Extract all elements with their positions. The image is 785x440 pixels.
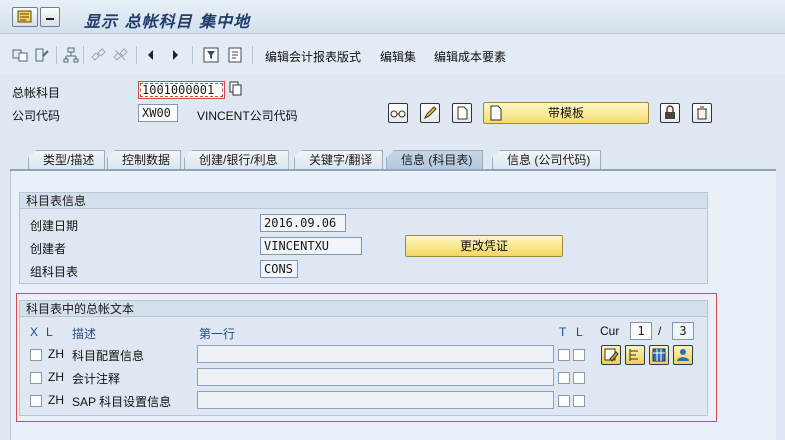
menu-icon bbox=[17, 10, 32, 23]
col-first-line-header: 第一行 bbox=[199, 327, 236, 341]
hierarchy-icon[interactable] bbox=[63, 47, 79, 63]
company-code-label: 公司代码 bbox=[12, 109, 61, 123]
with-template-button[interactable]: 带模板 bbox=[483, 102, 649, 124]
link-icon[interactable] bbox=[90, 47, 106, 63]
pencil-icon bbox=[423, 106, 437, 120]
with-template-label: 带模板 bbox=[547, 106, 584, 120]
table-icon bbox=[652, 348, 666, 362]
company-code-field[interactable]: XW00 bbox=[138, 104, 178, 122]
row-language: ZH bbox=[48, 370, 64, 384]
document-icon bbox=[490, 105, 502, 121]
lock-icon bbox=[665, 105, 675, 119]
gl-texts-group: 科目表中的总帐文本 X L 描述 第一行 T L Cur 1 / 3 ZH 科目… bbox=[19, 300, 708, 416]
toolbar-separator bbox=[136, 46, 137, 64]
window-title: 显示 总帐科目 集中地 bbox=[84, 12, 251, 31]
person-button[interactable] bbox=[673, 345, 693, 365]
edit-button[interactable] bbox=[420, 103, 440, 123]
edit-fs-version-button[interactable]: 编辑会计报表版式 bbox=[265, 48, 361, 65]
application-toolbar: 编辑会计报表版式 编辑集 编辑成本要素 bbox=[0, 35, 785, 75]
row-language: ZH bbox=[48, 347, 64, 361]
previous-icon[interactable] bbox=[143, 47, 159, 63]
row-description: 会计注释 bbox=[72, 372, 121, 386]
toolbar-separator bbox=[56, 46, 57, 64]
created-on-field: 2016.09.06 bbox=[260, 214, 346, 232]
row-l-checkbox[interactable] bbox=[573, 395, 585, 407]
glasses-button[interactable] bbox=[388, 103, 408, 123]
tab-info-coa[interactable]: 信息 (科目表) bbox=[386, 150, 484, 170]
created-on-label: 创建日期 bbox=[30, 219, 79, 233]
tab-keyword-translation[interactable]: 关键字/翻译 bbox=[294, 150, 384, 170]
unlink-icon[interactable] bbox=[112, 47, 128, 63]
coa-info-group: 科目表信息 创建日期 2016.09.06 创建者 VINCENTXU 组科目表… bbox=[19, 192, 708, 284]
company-code-name: VINCENT公司代码 bbox=[197, 109, 298, 123]
row-description: 科目配置信息 bbox=[72, 349, 145, 363]
created-by-field: VINCENTXU bbox=[260, 237, 362, 255]
col-t-header: T bbox=[559, 325, 567, 339]
row-t-checkbox[interactable] bbox=[558, 395, 570, 407]
row-first-line-field[interactable] bbox=[197, 391, 554, 409]
created-by-label: 创建者 bbox=[30, 242, 67, 256]
col-description-header: 描述 bbox=[72, 327, 97, 341]
display-change-icon[interactable] bbox=[34, 47, 50, 63]
gl-account-field[interactable]: 1001000001 bbox=[138, 81, 225, 99]
edit-cost-element-button[interactable]: 编辑成本要素 bbox=[434, 48, 506, 65]
edit-text-icon bbox=[604, 348, 619, 362]
col-l2-header: L bbox=[576, 325, 583, 339]
row-description: SAP 科目设置信息 bbox=[72, 395, 172, 409]
details-button[interactable] bbox=[625, 345, 645, 365]
col-l-header: L bbox=[46, 325, 53, 339]
copy-icon[interactable] bbox=[228, 81, 244, 99]
glasses-icon bbox=[390, 110, 406, 118]
tab-control-data[interactable]: 控制数据 bbox=[107, 150, 182, 170]
person-icon bbox=[677, 349, 689, 361]
gl-texts-title: 科目表中的总帐文本 bbox=[20, 301, 707, 317]
toolbar-separator bbox=[192, 46, 193, 64]
dropdown-button[interactable] bbox=[40, 7, 60, 27]
row-t-checkbox[interactable] bbox=[558, 372, 570, 384]
cur-total-field: 3 bbox=[672, 322, 694, 340]
create-button[interactable] bbox=[452, 103, 472, 123]
tab-create-bank-interest[interactable]: 创建/银行/利息 bbox=[184, 150, 289, 170]
cur-page-field[interactable]: 1 bbox=[630, 322, 652, 340]
details-icon bbox=[629, 349, 638, 361]
delete-button[interactable] bbox=[692, 103, 712, 123]
coa-info-title: 科目表信息 bbox=[20, 193, 707, 209]
row-language: ZH bbox=[48, 393, 64, 407]
cur-label: Cur bbox=[600, 324, 620, 338]
row-t-checkbox[interactable] bbox=[558, 349, 570, 361]
edit-set-button[interactable]: 编辑集 bbox=[380, 48, 416, 65]
group-chart-label: 组科目表 bbox=[30, 265, 79, 279]
tab-type-description[interactable]: 类型/描述 bbox=[28, 150, 106, 170]
title-bar: 显示 总帐科目 集中地 bbox=[0, 0, 785, 34]
edit-text-button[interactable] bbox=[601, 345, 621, 365]
group-chart-field: CONS bbox=[260, 260, 298, 278]
lock-button[interactable] bbox=[660, 103, 680, 123]
tab-content: 科目表信息 创建日期 2016.09.06 创建者 VINCENTXU 组科目表… bbox=[10, 171, 776, 440]
tab-info-company-code[interactable]: 信息 (公司代码) bbox=[492, 150, 602, 170]
filter-icon[interactable] bbox=[203, 47, 219, 63]
table-button[interactable] bbox=[649, 345, 669, 365]
toolbar-separator bbox=[83, 46, 84, 64]
chevron-down-icon bbox=[46, 18, 54, 20]
gl-account-label: 总帐科目 bbox=[12, 86, 61, 100]
document-icon bbox=[457, 106, 468, 120]
toolbar-separator bbox=[252, 46, 253, 64]
row-first-line-field[interactable] bbox=[197, 345, 554, 363]
cur-separator: / bbox=[658, 324, 662, 338]
change-documents-button[interactable]: 更改凭证 bbox=[405, 235, 563, 257]
row-select-checkbox[interactable] bbox=[30, 395, 42, 407]
row-select-checkbox[interactable] bbox=[30, 372, 42, 384]
row-l-checkbox[interactable] bbox=[573, 349, 585, 361]
row-first-line-field[interactable] bbox=[197, 368, 554, 386]
next-icon[interactable] bbox=[167, 47, 183, 63]
note-icon[interactable] bbox=[227, 47, 243, 63]
col-x-header: X bbox=[30, 325, 39, 339]
trash-icon bbox=[697, 106, 707, 120]
menu-button[interactable] bbox=[12, 7, 38, 27]
other-account-icon[interactable] bbox=[12, 47, 28, 63]
row-l-checkbox[interactable] bbox=[573, 372, 585, 384]
row-select-checkbox[interactable] bbox=[30, 349, 42, 361]
